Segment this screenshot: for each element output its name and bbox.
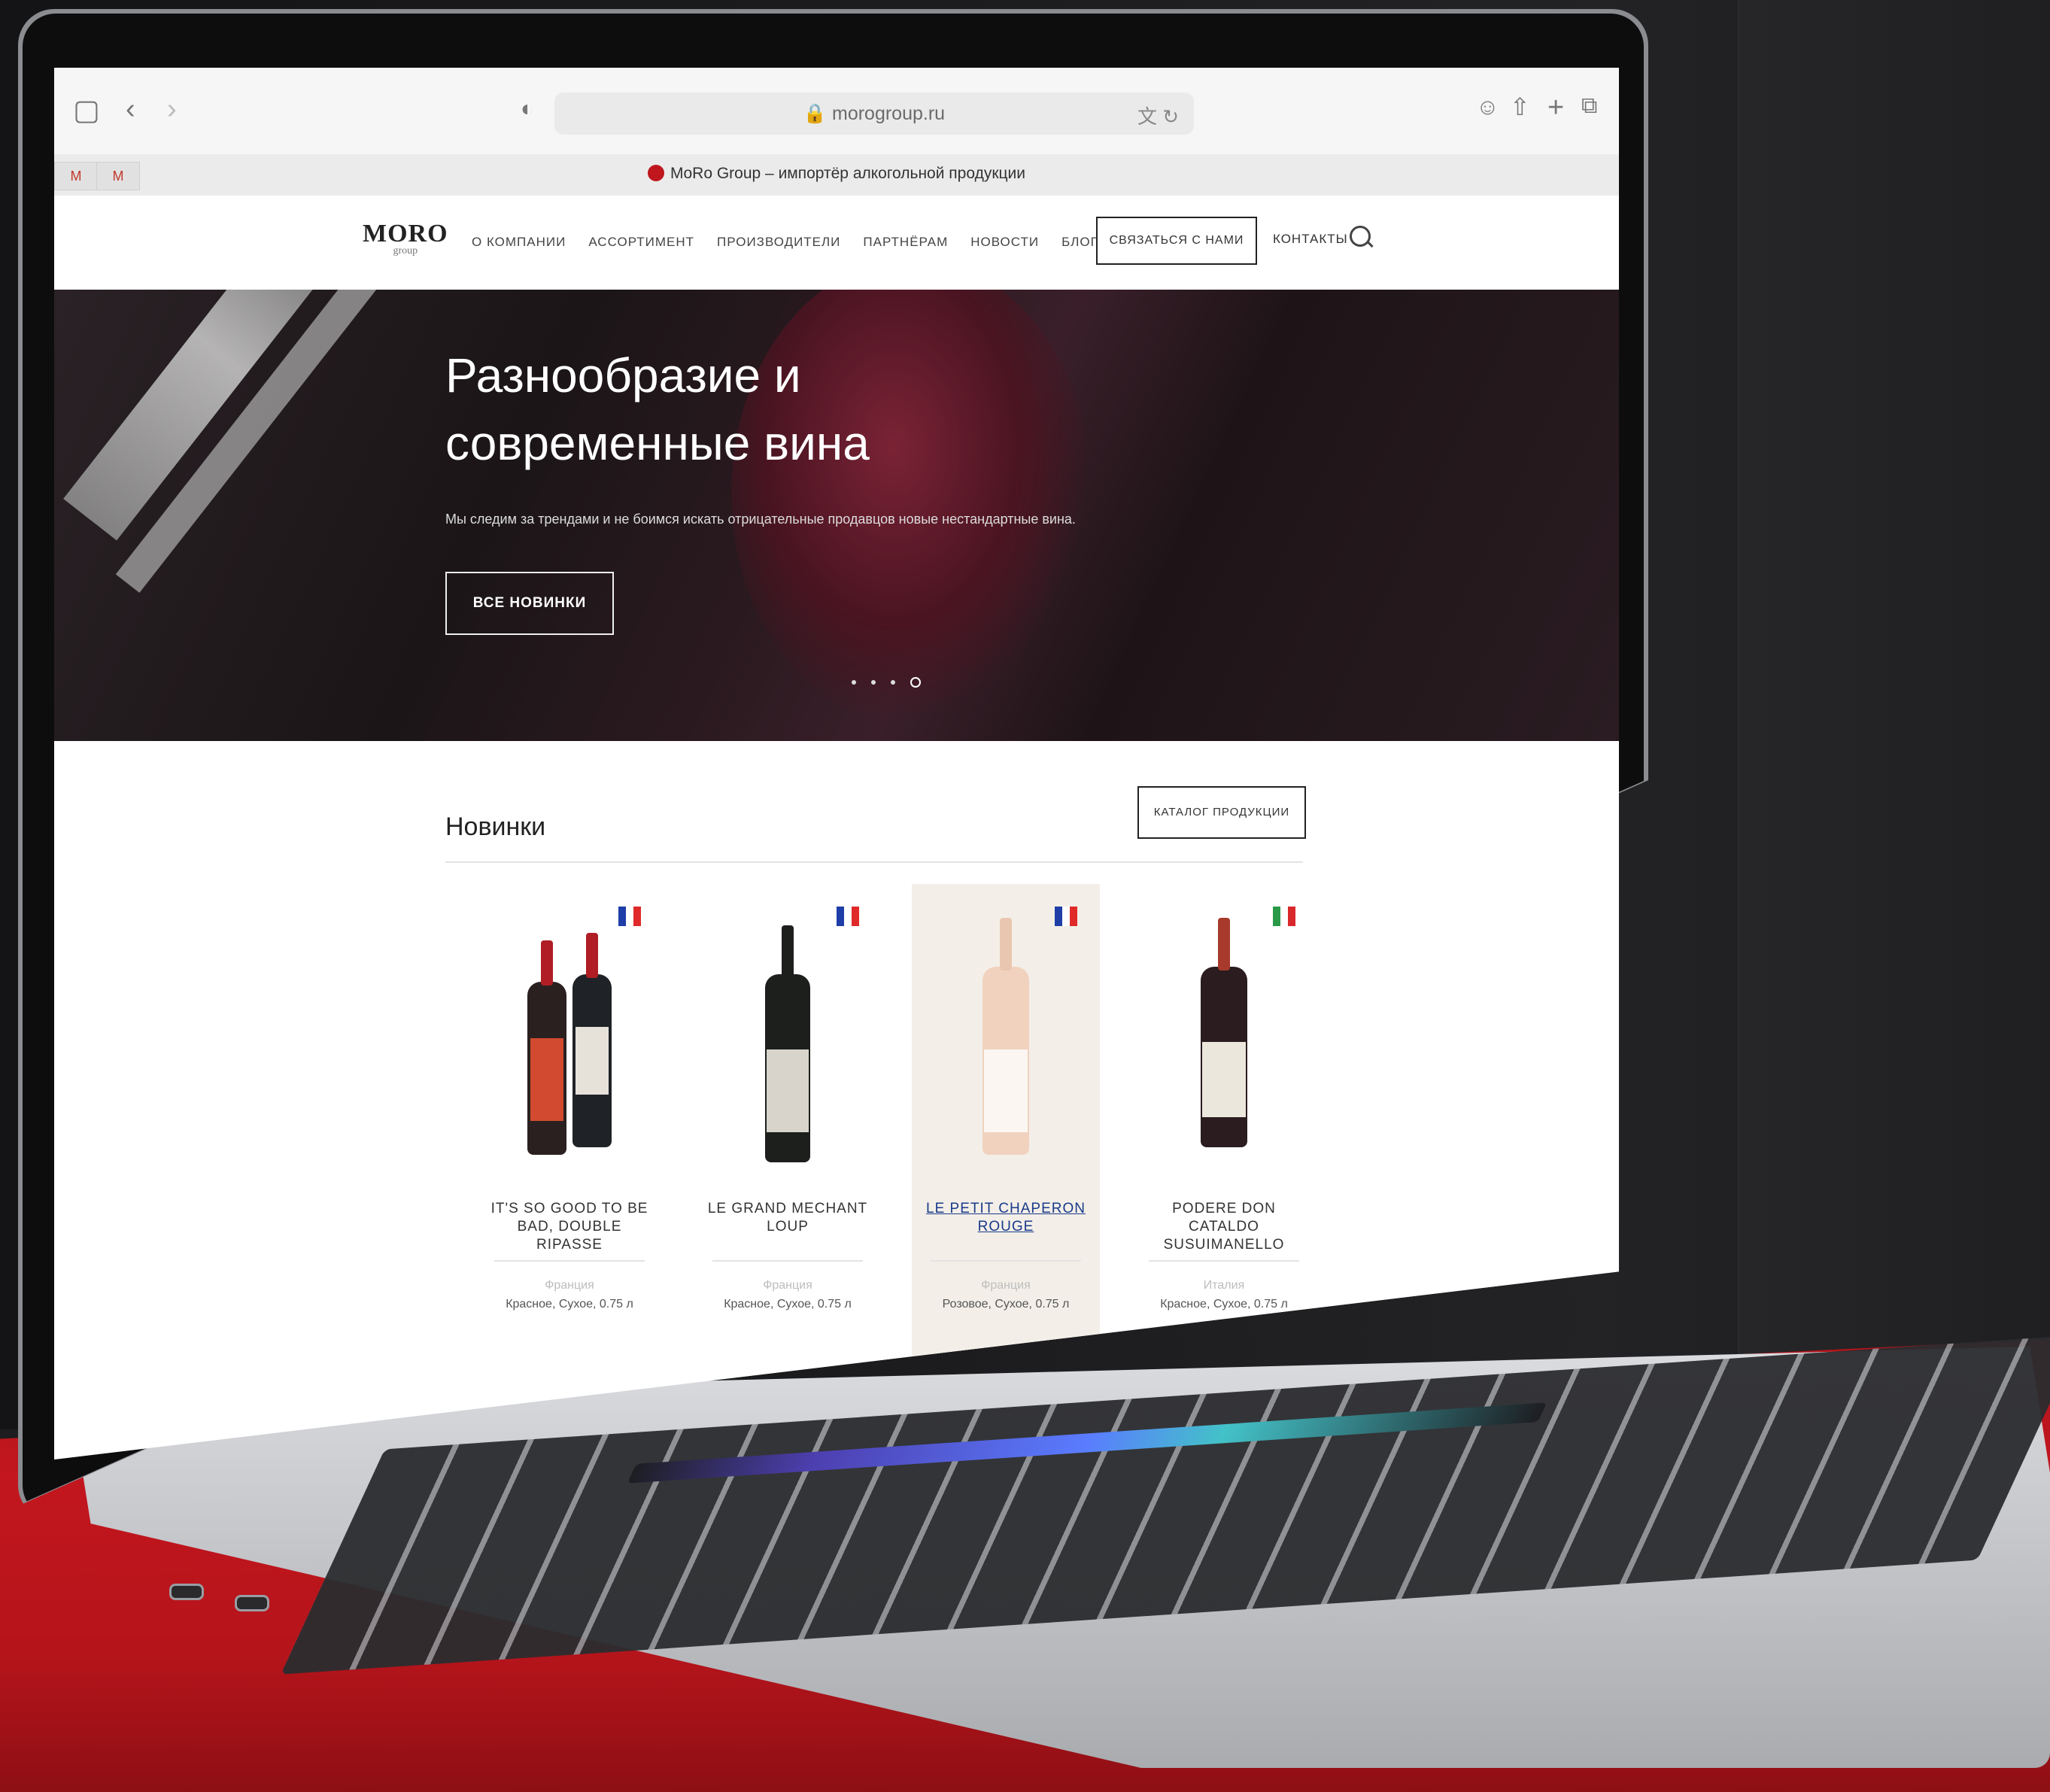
back-arrow-icon[interactable]: ‹ bbox=[126, 95, 135, 123]
product-name[interactable]: PODERE DON CATALDO SUSUIMANELLO bbox=[1137, 1200, 1310, 1253]
site-favicon-icon bbox=[648, 165, 664, 181]
product-description: Розовое, Сухое, 0.75 л bbox=[942, 1298, 1070, 1311]
product-description: Красное, Сухое, 0.75 л bbox=[1160, 1298, 1288, 1311]
slider-dot-active[interactable] bbox=[910, 677, 921, 688]
nav-item-producers[interactable]: ПРОИЗВОДИТЕЛИ bbox=[717, 235, 840, 250]
site-logo[interactable]: MORO group bbox=[363, 220, 448, 257]
active-tab[interactable]: MoRo Group – импортёр алкогольной продук… bbox=[54, 165, 1619, 183]
slider-dot[interactable] bbox=[891, 680, 895, 685]
extension-icon[interactable]: ☺ bbox=[1476, 96, 1499, 119]
divider bbox=[1149, 1260, 1299, 1262]
usb-c-port bbox=[169, 1584, 204, 1600]
nav-item-news[interactable]: НОВОСТИ bbox=[970, 235, 1039, 250]
slider-dot[interactable] bbox=[852, 680, 856, 685]
divider bbox=[931, 1260, 1081, 1262]
share-icon[interactable]: ⇧ bbox=[1510, 95, 1530, 119]
browser-toolbar: ▢ ‹ › ◐ 🔒 morogroup.ru 文 ↻ ☺ ⇧ + ⧉ bbox=[54, 68, 1619, 155]
nav-item-about[interactable]: О КОМПАНИИ bbox=[472, 235, 566, 250]
new-tab-icon[interactable]: + bbox=[1547, 93, 1564, 122]
catalog-button[interactable]: КАТАЛОГ ПРОДУКЦИИ bbox=[1137, 786, 1306, 839]
search-icon[interactable] bbox=[1350, 226, 1371, 247]
product-card-hovered[interactable]: LE PETIT CHAPERON ROUGE Франция Розовое,… bbox=[912, 884, 1100, 1411]
hero-title: Разнообразие и современные вина bbox=[445, 348, 870, 470]
hero-slider: Разнообразие и современные вина Мы следи… bbox=[54, 290, 1619, 741]
section-title: Новинки bbox=[445, 812, 546, 841]
forward-arrow-icon[interactable]: › bbox=[167, 95, 177, 123]
bottle-label bbox=[576, 1027, 609, 1095]
product-country: Франция bbox=[763, 1279, 812, 1292]
contacts-link[interactable]: КОНТАКТЫ bbox=[1273, 232, 1348, 247]
reload-icon[interactable]: ↻ bbox=[1162, 105, 1179, 128]
translate-icon[interactable]: 文 bbox=[1137, 105, 1157, 128]
sidebar-toggle-icon[interactable]: ▢ bbox=[73, 96, 100, 125]
product-name[interactable]: LE PETIT CHAPERON ROUGE bbox=[919, 1200, 1092, 1236]
product-name[interactable]: IT'S SO GOOD TO BE BAD, DOUBLE RIPASSE bbox=[483, 1200, 656, 1253]
main-nav: О КОМПАНИИ АССОРТИМЕНТ ПРОИЗВОДИТЕЛИ ПАР… bbox=[472, 235, 1098, 250]
france-flag-icon bbox=[618, 907, 641, 926]
hero-subtitle: Мы следим за трендами и не боимся искать… bbox=[445, 512, 1076, 527]
tab-overview-icon[interactable]: ⧉ bbox=[1581, 95, 1597, 117]
nav-item-blog[interactable]: БЛОГ bbox=[1061, 235, 1098, 250]
product-country: Франция bbox=[981, 1279, 1031, 1292]
privacy-shield-icon[interactable]: ◐ bbox=[521, 98, 534, 120]
product-description: Красное, Сухое, 0.75 л bbox=[724, 1298, 852, 1311]
all-new-button[interactable]: ВСЕ НОВИНКИ bbox=[445, 572, 614, 635]
url-text: 🔒 morogroup.ru bbox=[803, 103, 946, 124]
tab-bar: M M MoRo Group – импортёр алкогольной пр… bbox=[54, 154, 1619, 196]
laptop-screen: ▢ ‹ › ◐ 🔒 morogroup.ru 文 ↻ ☺ ⇧ + ⧉ M M M… bbox=[54, 68, 1619, 1459]
bottle-label bbox=[984, 1049, 1028, 1132]
divider bbox=[445, 861, 1303, 863]
address-bar[interactable]: 🔒 morogroup.ru 文 ↻ bbox=[554, 93, 1194, 135]
nav-item-partners[interactable]: ПАРТНЁРАМ bbox=[863, 235, 948, 250]
bottle-neck bbox=[782, 925, 794, 978]
site-header: MORO group О КОМПАНИИ АССОРТИМЕНТ ПРОИЗВ… bbox=[54, 196, 1619, 290]
product-description: Красное, Сухое, 0.75 л bbox=[506, 1298, 633, 1311]
bottle-neck bbox=[1000, 918, 1012, 970]
france-flag-icon bbox=[1055, 907, 1077, 926]
usb-c-port bbox=[235, 1595, 269, 1611]
bottle-neck bbox=[586, 933, 598, 978]
product-country: Франция bbox=[545, 1279, 594, 1292]
product-country: Италия bbox=[1203, 1279, 1245, 1292]
product-name[interactable]: LE GRAND MECHANT LOUP bbox=[701, 1200, 874, 1236]
divider bbox=[494, 1260, 645, 1262]
france-flag-icon bbox=[837, 907, 859, 926]
contact-us-button[interactable]: СВЯЗАТЬСЯ С НАМИ bbox=[1096, 217, 1257, 265]
slider-dots bbox=[852, 677, 921, 688]
slider-dot[interactable] bbox=[871, 680, 876, 685]
bottle-label bbox=[767, 1049, 809, 1132]
product-card[interactable]: LE GRAND MECHANT LOUP Франция Красное, С… bbox=[694, 884, 882, 1411]
product-card[interactable]: IT'S SO GOOD TO BE BAD, DOUBLE RIPASSE Ф… bbox=[475, 884, 664, 1411]
bottle-neck bbox=[1218, 918, 1230, 970]
bottle-label bbox=[530, 1038, 563, 1121]
nav-item-assortment[interactable]: АССОРТИМЕНТ bbox=[588, 235, 694, 250]
divider bbox=[712, 1260, 863, 1262]
background-panel bbox=[1738, 0, 2050, 1429]
translate-reload-icons[interactable]: 文 ↻ bbox=[1137, 102, 1179, 129]
bottle-neck bbox=[541, 940, 553, 986]
italy-flag-icon bbox=[1273, 907, 1295, 926]
bottle-label bbox=[1202, 1042, 1246, 1117]
